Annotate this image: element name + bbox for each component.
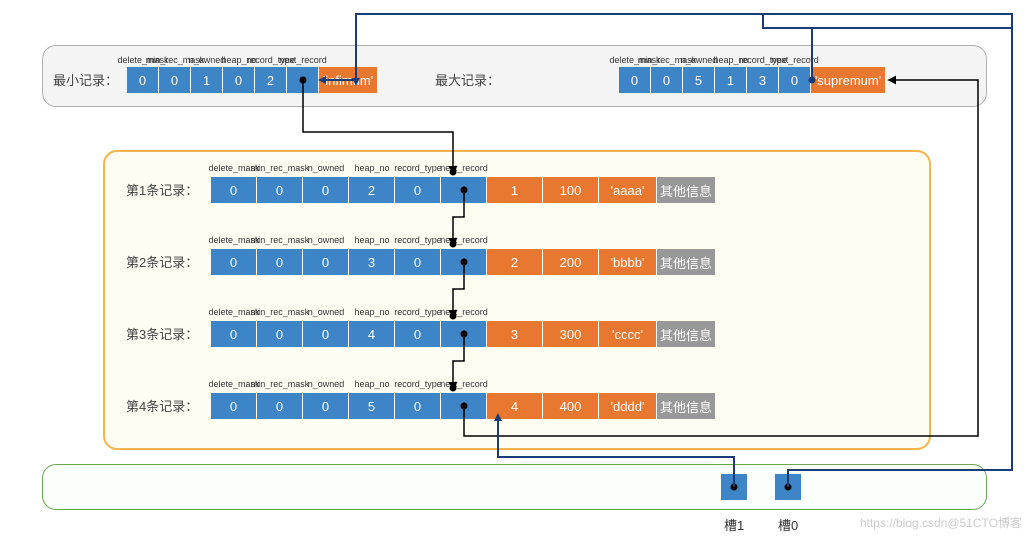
record-2-cells: 0 0 0 3 0 2 200 'bbbb' 其他信息	[211, 249, 715, 275]
min-record-row: 最小记录：	[53, 70, 118, 89]
max-record-label: 最大记录：	[435, 70, 500, 89]
record-3-label-row: 第3条记录：	[126, 324, 198, 343]
record-3-headers: delete_mask min_rec_mask n_owned heap_no…	[211, 307, 487, 318]
min-record-label: 最小记录：	[53, 70, 118, 89]
slot-0	[775, 474, 801, 500]
panel-page-directory	[42, 464, 987, 510]
record-2-label-row: 第2条记录：	[126, 252, 198, 271]
max-record-row: 最大记录：	[435, 70, 500, 89]
record-label: 第4条记录：	[126, 396, 198, 415]
record-4-headers: delete_mask min_rec_mask n_owned heap_no…	[211, 379, 487, 390]
max-record-headers: delete_mask min_rec_mask n_owned heap_no…	[619, 55, 811, 66]
record-2-headers: delete_mask min_rec_mask n_owned heap_no…	[211, 235, 487, 246]
slot-1-label: 槽1	[724, 515, 744, 534]
record-1-label-row: 第1条记录：	[126, 180, 198, 199]
record-label: 第1条记录：	[126, 180, 198, 199]
record-1-headers: delete_mask min_rec_mask n_owned heap_no…	[211, 163, 487, 174]
slot-0-label: 槽0	[778, 515, 798, 534]
slot-1	[721, 474, 747, 500]
watermark: https://blog.csdn@51CTO博客	[860, 514, 1022, 531]
max-record-cells: 0 0 5 1 3 0 'supremum'	[619, 67, 885, 93]
record-label: 第3条记录：	[126, 324, 198, 343]
record-3-cells: 0 0 0 4 0 3 300 'cccc' 其他信息	[211, 321, 715, 347]
record-4-cells: 0 0 0 5 0 4 400 'dddd' 其他信息	[211, 393, 715, 419]
min-record-headers: delete_mask min_rec_mask n_owned heap_no…	[127, 55, 319, 66]
min-record-cells: 0 0 1 0 2 'infimum'	[127, 67, 377, 93]
record-label: 第2条记录：	[126, 252, 198, 271]
record-4-label-row: 第4条记录：	[126, 396, 198, 415]
record-1-cells: 0 0 0 2 0 1 100 'aaaa' 其他信息	[211, 177, 715, 203]
